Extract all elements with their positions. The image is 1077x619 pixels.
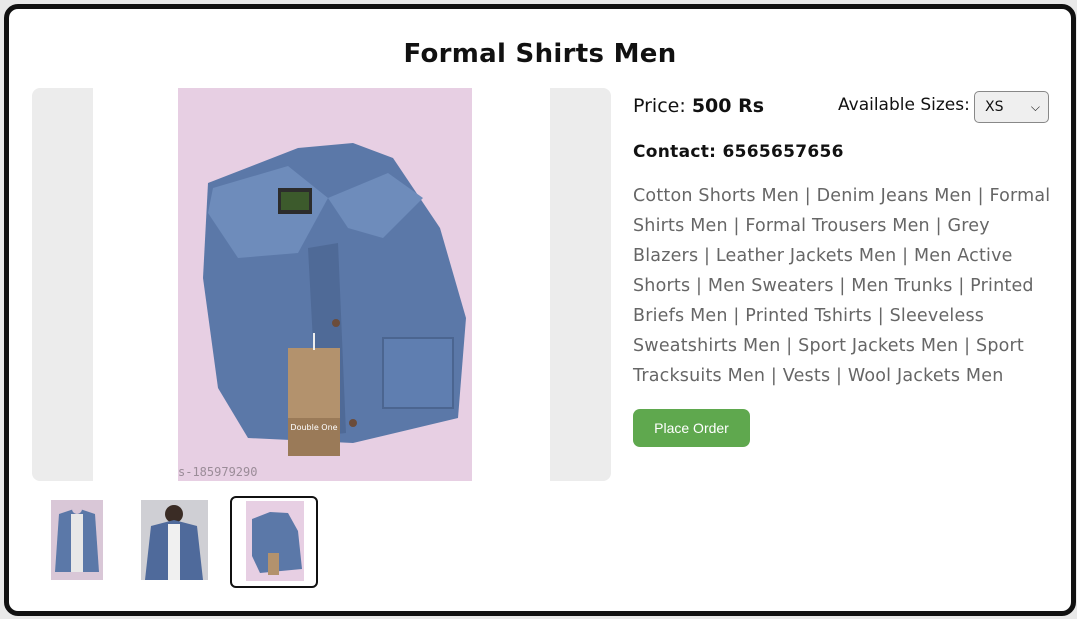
price-label: Price: (633, 95, 686, 117)
size-select[interactable]: XS ⌵ (974, 91, 1049, 123)
thumbnail-image (246, 501, 304, 581)
category-list: Cotton Shorts Men | Denim Jeans Men | Fo… (633, 186, 1051, 386)
svg-text:Double One: Double One (290, 423, 337, 432)
thumbnail-3[interactable] (230, 496, 318, 588)
image-watermark: s-185979290 (178, 465, 258, 479)
product-photo: Double One (178, 88, 472, 481)
place-order-button[interactable]: Place Order (633, 409, 750, 447)
chevron-down-icon: ⌵ (1030, 100, 1040, 114)
available-sizes-label: Available Sizes: (838, 95, 970, 115)
contact-value: 6565657656 (722, 142, 844, 162)
size-selected-value: XS (985, 99, 1004, 115)
product-title: Formal Shirts Men (403, 39, 677, 69)
thumbnail-image (141, 500, 208, 580)
product-card: Formal Shirts Men Double One s-185979290… (4, 4, 1076, 616)
thumbnail-2[interactable] (127, 496, 215, 588)
main-product-image: Double One s-185979290 (32, 88, 611, 481)
price: Price: 500 Rs (633, 95, 764, 117)
thumbnail-image (51, 500, 103, 580)
price-value: 500 Rs (691, 95, 765, 117)
contact-label: Contact: (633, 142, 717, 162)
thumbnail-1[interactable] (34, 496, 122, 588)
contact: Contact: 6565657656 (633, 142, 844, 162)
